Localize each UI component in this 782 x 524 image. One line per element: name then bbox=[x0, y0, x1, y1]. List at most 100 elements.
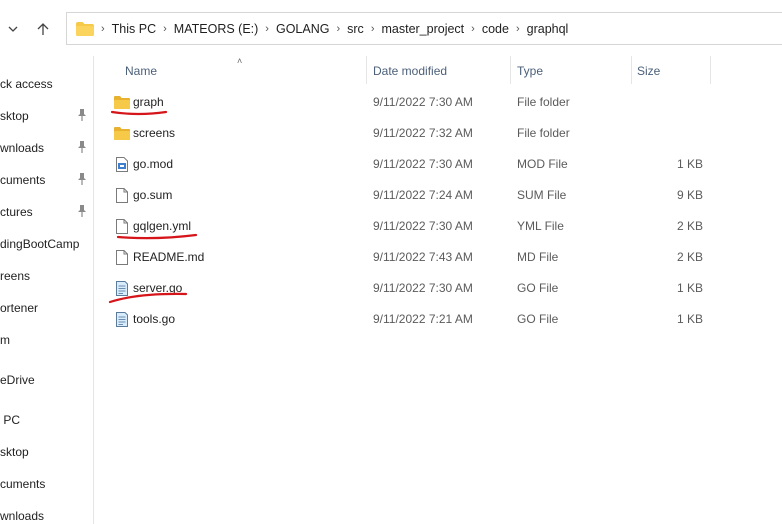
sidebar-item-label: reens bbox=[0, 269, 31, 283]
file-size: 2 KB bbox=[676, 219, 703, 233]
up-button[interactable] bbox=[32, 18, 54, 40]
pane-divider[interactable] bbox=[93, 56, 94, 524]
sidebar-item-shortener[interactable]: ortener bbox=[0, 301, 38, 321]
file-date: 9/11/2022 7:24 AM bbox=[373, 188, 473, 202]
sidebar-item-label: eDrive bbox=[0, 373, 35, 387]
sidebar-item-codingbootcamp[interactable]: dingBootCamp bbox=[0, 237, 79, 257]
file-row-go-sum[interactable]: go.sum 9/11/2022 7:24 AM SUM File 9 KB bbox=[108, 180, 708, 210]
sidebar-item-m[interactable]: m bbox=[0, 333, 10, 353]
navigation-pane: ck access sktop wnloads cuments ctures d… bbox=[0, 56, 93, 524]
sidebar-item-quick-access[interactable]: ck access bbox=[0, 77, 53, 97]
sidebar-item-label: ortener bbox=[0, 301, 39, 315]
pin-icon bbox=[78, 109, 86, 121]
file-row-tools-go[interactable]: tools.go 9/11/2022 7:21 AM GO File 1 KB bbox=[108, 304, 708, 334]
file-name: README.md bbox=[133, 250, 205, 264]
sidebar-item-downloads[interactable]: wnloads bbox=[0, 141, 44, 161]
file-name: go.mod bbox=[133, 157, 174, 171]
folder-icon bbox=[114, 127, 130, 140]
file-icon bbox=[116, 219, 128, 234]
file-name: screens bbox=[133, 126, 176, 140]
file-type: YML File bbox=[517, 219, 564, 233]
file-row-go-mod[interactable]: go.mod 9/11/2022 7:30 AM MOD File 1 KB bbox=[108, 149, 708, 179]
chevron-right-icon: › bbox=[370, 22, 375, 35]
sidebar-item-pictures[interactable]: ctures bbox=[0, 205, 33, 225]
file-row-gqlgen-yml[interactable]: gqlgen.yml 9/11/2022 7:30 AM YML File 2 … bbox=[108, 211, 708, 241]
file-type: File folder bbox=[517, 126, 570, 140]
sidebar-item-documents[interactable]: cuments bbox=[0, 173, 45, 193]
file-type: GO File bbox=[517, 281, 559, 295]
file-row-screens[interactable]: screens 9/11/2022 7:32 AM File folder bbox=[108, 118, 708, 148]
breadcrumb-code[interactable]: code bbox=[482, 22, 509, 36]
column-divider[interactable] bbox=[366, 56, 367, 84]
breadcrumb-graphql[interactable]: graphql bbox=[527, 22, 569, 36]
pin-icon bbox=[78, 205, 86, 217]
file-type: GO File bbox=[517, 312, 559, 326]
column-divider[interactable] bbox=[510, 56, 511, 84]
file-size: 9 KB bbox=[676, 188, 703, 202]
sidebar-item-pc-desktop[interactable]: sktop bbox=[0, 445, 29, 465]
breadcrumb-golang[interactable]: GOLANG bbox=[276, 22, 330, 36]
column-divider[interactable] bbox=[710, 56, 711, 84]
file-name: gqlgen.yml bbox=[133, 219, 192, 233]
chevron-right-icon: › bbox=[515, 22, 520, 35]
sidebar-item-screens[interactable]: reens bbox=[0, 269, 30, 289]
column-divider[interactable] bbox=[631, 56, 632, 84]
column-header-date-modified[interactable]: Date modified bbox=[373, 64, 447, 78]
column-header-name[interactable]: Name bbox=[125, 64, 157, 78]
file-type: MD File bbox=[517, 250, 559, 264]
sidebar-item-label: PC bbox=[0, 413, 21, 427]
chevron-right-icon: › bbox=[163, 22, 167, 35]
file-date: 9/11/2022 7:30 AM bbox=[373, 95, 473, 109]
sidebar-item-label: sktop bbox=[0, 445, 29, 459]
sidebar-item-this-pc[interactable]: PC bbox=[0, 413, 20, 433]
file-size: 1 KB bbox=[676, 281, 703, 295]
sidebar-item-label: ctures bbox=[0, 205, 33, 219]
column-header: ˄ Name Date modified Type Size bbox=[94, 56, 782, 86]
folder-icon bbox=[76, 21, 94, 36]
file-icon bbox=[116, 250, 128, 265]
sidebar-item-label: ck access bbox=[0, 77, 53, 91]
sidebar-item-label: cuments bbox=[0, 173, 46, 187]
sidebar-item-desktop[interactable]: sktop bbox=[0, 109, 29, 129]
navigation-bar: › This PC › MATEORS (E:) › GOLANG › src … bbox=[0, 0, 782, 56]
chevron-right-icon: › bbox=[265, 22, 269, 35]
pin-icon bbox=[78, 173, 86, 185]
chevron-right-icon: › bbox=[101, 22, 105, 35]
sidebar-item-onedrive[interactable]: eDrive bbox=[0, 373, 35, 393]
file-name: tools.go bbox=[133, 312, 176, 326]
file-date: 9/11/2022 7:43 AM bbox=[373, 250, 473, 264]
breadcrumb-src[interactable]: src bbox=[347, 22, 364, 36]
mod-file-icon bbox=[116, 157, 128, 172]
sidebar-item-label: sktop bbox=[0, 109, 29, 123]
file-type: MOD File bbox=[517, 157, 568, 171]
file-size: 1 KB bbox=[676, 312, 703, 326]
sidebar-item-label: wnloads bbox=[0, 141, 45, 155]
up-arrow-icon bbox=[37, 23, 49, 35]
file-row-readme-md[interactable]: README.md 9/11/2022 7:43 AM MD File 2 KB bbox=[108, 242, 708, 272]
sidebar-item-pc-downloads[interactable]: wnloads bbox=[0, 509, 44, 524]
sort-ascending-icon: ˄ bbox=[237, 56, 243, 66]
file-name: graph bbox=[133, 95, 164, 109]
file-date: 9/11/2022 7:32 AM bbox=[373, 126, 473, 140]
chevron-right-icon: › bbox=[336, 22, 341, 35]
pin-icon bbox=[78, 141, 86, 153]
go-file-icon bbox=[116, 281, 128, 296]
sidebar-item-pc-documents[interactable]: cuments bbox=[0, 477, 45, 497]
breadcrumb-master-project[interactable]: master_project bbox=[381, 22, 464, 36]
sidebar-item-label: cuments bbox=[0, 477, 46, 491]
breadcrumb-this-pc[interactable]: This PC bbox=[112, 22, 156, 36]
sidebar-item-label: wnloads bbox=[0, 509, 45, 523]
column-header-type[interactable]: Type bbox=[517, 64, 543, 78]
file-name: server.go bbox=[133, 281, 183, 295]
address-bar[interactable]: › This PC › MATEORS (E:) › GOLANG › src … bbox=[66, 12, 782, 45]
sidebar-item-label: m bbox=[0, 333, 10, 347]
file-row-server-go[interactable]: server.go 9/11/2022 7:30 AM GO File 1 KB bbox=[108, 273, 708, 303]
chevron-down-icon bbox=[8, 26, 18, 32]
recent-locations-button[interactable] bbox=[2, 18, 24, 40]
file-row-graph[interactable]: graph 9/11/2022 7:30 AM File folder bbox=[108, 87, 708, 117]
go-file-icon bbox=[116, 312, 128, 327]
column-header-size[interactable]: Size bbox=[637, 64, 660, 78]
breadcrumb-drive[interactable]: MATEORS (E:) bbox=[174, 22, 259, 36]
file-icon bbox=[116, 188, 128, 203]
sidebar-item-label: dingBootCamp bbox=[0, 237, 80, 251]
